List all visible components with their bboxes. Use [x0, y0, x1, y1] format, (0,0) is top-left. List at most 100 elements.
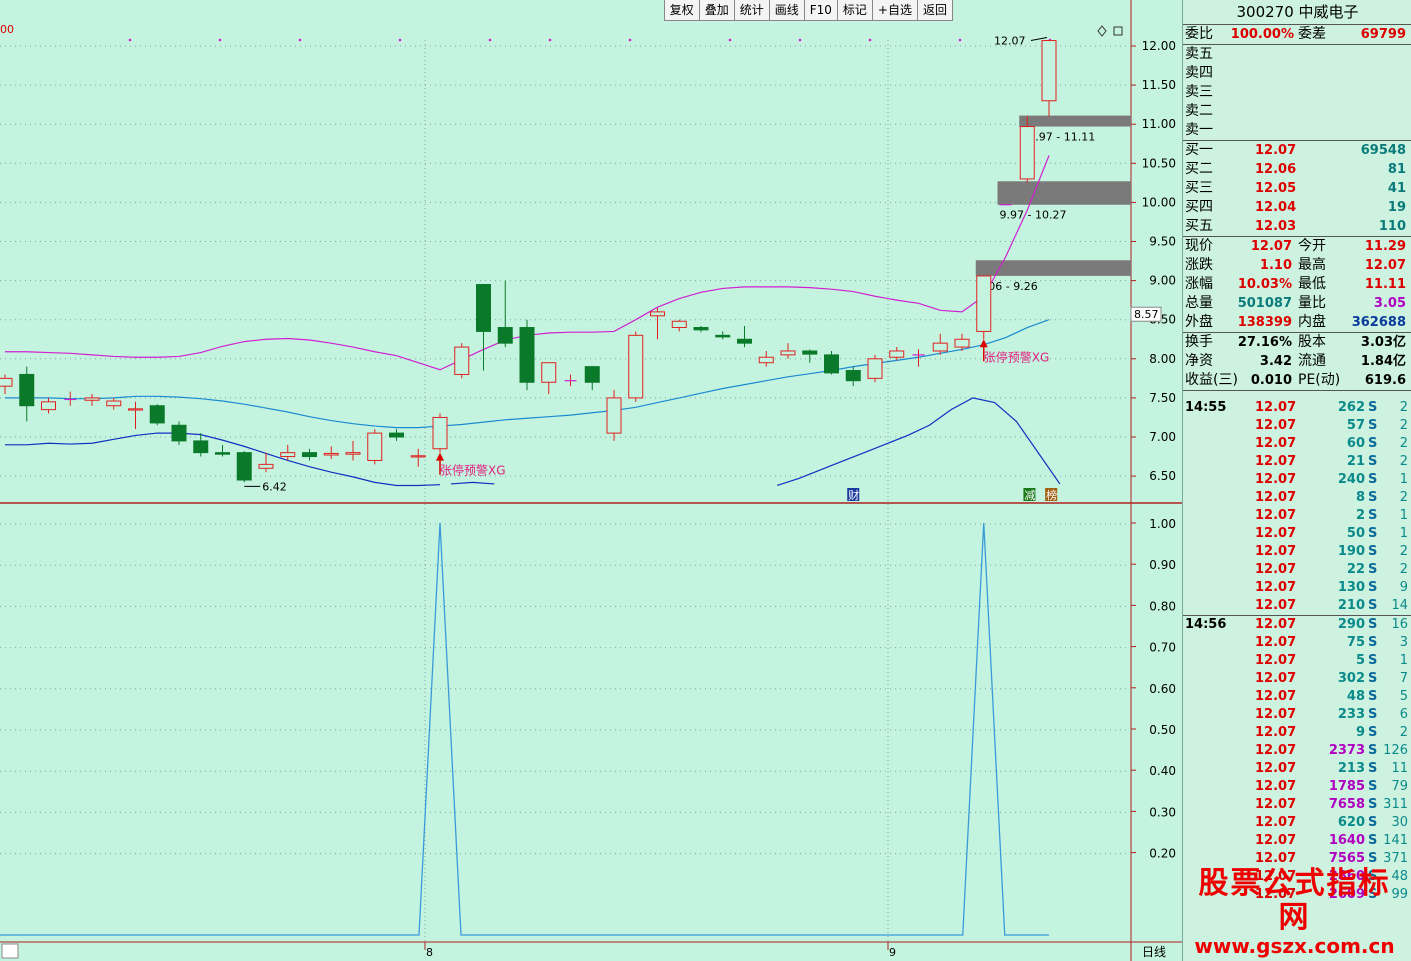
- toolbar-button-0[interactable]: 复权: [665, 0, 700, 20]
- candle: [889, 347, 905, 361]
- candle-body: [106, 400, 122, 407]
- tick-row: 12.07 213 S 11: [1183, 760, 1411, 778]
- tick-side: S: [1368, 761, 1378, 776]
- tick-price: 12.07: [1255, 653, 1297, 668]
- chart-area[interactable]: 12.00 11.50 11.00 10.50 10.00 9.50 9.00 8.50 8.0…: [0, 0, 1182, 961]
- tick-cnt: 30: [1391, 815, 1408, 830]
- tick-vol: 262: [1337, 400, 1365, 415]
- buy-row: 买五 12.03 110: [1183, 217, 1411, 236]
- candle-body: [715, 334, 731, 338]
- stat2-label: 收益(三): [1185, 372, 1238, 388]
- candle-body: [758, 356, 774, 364]
- top-dot: [798, 38, 802, 42]
- toolbar-button-4[interactable]: F10: [805, 0, 838, 20]
- tick-price: 12.07: [1255, 418, 1297, 433]
- stat2-label-2: 股本: [1298, 334, 1326, 350]
- tick-side: S: [1368, 797, 1378, 812]
- stat-label: 总量: [1185, 295, 1213, 311]
- y-tick-label: 11.50: [1142, 78, 1176, 92]
- tick-price: 12.07: [1255, 743, 1297, 758]
- candle-body: [149, 405, 165, 424]
- candle-body: [0, 377, 13, 387]
- candle: [171, 421, 187, 445]
- candle: [802, 349, 818, 363]
- stat2-value: 27.16%: [1237, 335, 1292, 350]
- tick-row: 12.07 9 S 2: [1183, 724, 1411, 742]
- candle-body: [497, 327, 513, 344]
- tick-row: 12.07 190 S 2: [1183, 543, 1411, 561]
- tick-cnt: 2: [1399, 562, 1408, 577]
- candle-body: [280, 452, 296, 458]
- ind-y-tick-label: 0.80: [1149, 599, 1176, 613]
- candle: [476, 284, 491, 371]
- stat-label: 涨跌: [1185, 257, 1213, 273]
- tick-row: 12.07 233 S 6: [1183, 706, 1411, 724]
- candle-body: [780, 350, 796, 356]
- candle-body: [323, 452, 339, 456]
- candle: [389, 429, 404, 441]
- candle-body: [519, 327, 535, 383]
- tick-cnt: 311: [1383, 797, 1408, 812]
- top-dot: [128, 38, 132, 42]
- x-label: 9: [889, 946, 896, 959]
- boll-lower-line: [776, 397, 1061, 487]
- y-tick-label: 7.50: [1149, 391, 1176, 405]
- toolbar-button-7[interactable]: 返回: [918, 0, 953, 20]
- tick-side: S: [1368, 653, 1378, 668]
- candle: [432, 413, 448, 453]
- stat-label-2: 今开: [1298, 238, 1326, 254]
- candle-body: [650, 311, 665, 317]
- candle-body: [932, 342, 948, 352]
- candle-body: [824, 354, 839, 374]
- sell-label: 卖五: [1185, 46, 1213, 62]
- tick-side: S: [1368, 833, 1378, 848]
- wei-bi-label: 委比: [1185, 26, 1213, 42]
- quote-panel: 300270 中威电子 委比 100.00% 委差 69799 卖五 卖四 卖三 卖二…: [1182, 0, 1411, 961]
- toolbar-button-5[interactable]: 标记: [838, 0, 873, 20]
- top-dot: [298, 38, 302, 42]
- buy-price: 12.05: [1255, 181, 1297, 196]
- ind-y-tick-label: 0.50: [1149, 723, 1176, 737]
- candle: [1041, 40, 1057, 117]
- stat2-label-2: PE(动): [1298, 372, 1341, 388]
- kline-chart[interactable]: 12.0011.5011.0010.5010.009.509.008.508.0…: [0, 0, 1182, 961]
- tick-cnt: 6: [1399, 707, 1408, 722]
- ind-y-tick-label: 0.60: [1149, 682, 1176, 696]
- toolbar-button-3[interactable]: 画线: [770, 0, 805, 20]
- sell-label: 卖二: [1185, 103, 1213, 119]
- gap-label: 9.97 - 10.27: [1000, 209, 1067, 222]
- buy-price: 12.03: [1255, 219, 1297, 234]
- candle-body: [976, 275, 992, 332]
- ind-y-tick-label: 0.40: [1149, 764, 1176, 778]
- tick-side: S: [1368, 562, 1378, 577]
- watermark-url: www.gszx.com.cn: [1194, 934, 1395, 958]
- tick-list[interactable]: 14:55 12.07 262 S 2 12.07 57 S 2 12.07 60 S 2 12.07 21…: [1183, 399, 1411, 904]
- stat-label-2: 最高: [1298, 257, 1326, 273]
- candle-body: [584, 366, 600, 383]
- scroll-handle[interactable]: [1, 943, 19, 959]
- tick-vol: 2: [1355, 508, 1365, 523]
- toolbar-button-1[interactable]: 叠加: [700, 0, 735, 20]
- tick-cnt: 141: [1383, 833, 1408, 848]
- candle-body: [41, 401, 56, 411]
- y-tick-label: 8.00: [1149, 352, 1176, 366]
- tick-vol: 57: [1346, 418, 1365, 433]
- tick-price: 12.07: [1255, 562, 1297, 577]
- toolbar-button-2[interactable]: 统计: [735, 0, 770, 20]
- top-dot: [548, 38, 552, 42]
- stat-label-2: 最低: [1298, 276, 1326, 292]
- toolbar-button-6[interactable]: +自选: [873, 0, 918, 20]
- tick-side: S: [1368, 526, 1378, 541]
- tick-side: S: [1368, 598, 1378, 613]
- tick-vol: 2373: [1328, 743, 1365, 758]
- indicator-line: [0, 522, 1049, 936]
- tick-price: 12.07: [1255, 400, 1297, 415]
- stat-label-2: 内盘: [1298, 314, 1326, 330]
- tick-row: 12.07 48 S 5: [1183, 688, 1411, 706]
- tick-cnt: 2: [1399, 725, 1408, 740]
- tick-row: 12.07 50 S 1: [1183, 525, 1411, 543]
- buy-volume: 41: [1387, 181, 1406, 196]
- tick-price: 12.07: [1255, 526, 1297, 541]
- candle-body: [889, 350, 905, 358]
- stock-title: 300270 中威电子: [1183, 0, 1411, 25]
